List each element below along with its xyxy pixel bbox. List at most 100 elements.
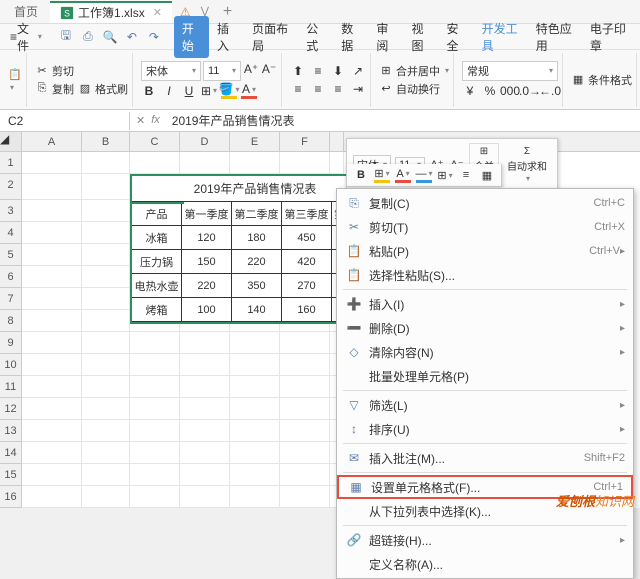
cell[interactable] [280, 152, 330, 174]
cell[interactable] [180, 420, 230, 442]
row-header[interactable]: 15 [0, 464, 21, 486]
table-cell[interactable]: 100 [182, 298, 232, 322]
cell[interactable] [230, 376, 280, 398]
menu-item-comment[interactable]: ✉插入批注(M)...Shift+F2 [337, 446, 633, 470]
cell[interactable] [82, 174, 130, 200]
table-cell[interactable]: 220 [182, 274, 232, 298]
cell[interactable] [230, 464, 280, 486]
cell[interactable] [22, 244, 82, 266]
row-header[interactable]: 3 [0, 200, 21, 222]
row-header[interactable]: 13 [0, 420, 21, 442]
row-header[interactable]: 9 [0, 332, 21, 354]
align-bottom-icon[interactable]: ⬇ [330, 63, 346, 79]
cell[interactable] [230, 152, 280, 174]
row-header[interactable]: 16 [0, 486, 21, 508]
table-cell[interactable]: 420 [282, 250, 332, 274]
cell[interactable] [22, 464, 82, 486]
font-size-select[interactable]: 11▾ [203, 61, 241, 81]
merge-center-button[interactable]: ⊞合并居中▾ [379, 63, 449, 79]
cell[interactable] [230, 398, 280, 420]
cell[interactable] [130, 376, 180, 398]
tab-view[interactable]: 视图 [403, 16, 438, 58]
cell[interactable] [22, 442, 82, 464]
menu-item-batch[interactable]: 批量处理单元格(P) [337, 364, 633, 388]
tab-data[interactable]: 数据 [333, 16, 368, 58]
cell[interactable] [180, 464, 230, 486]
cell[interactable] [230, 420, 280, 442]
table-header-cell[interactable]: 第一季度 [182, 202, 232, 226]
table-cell[interactable]: 150 [182, 250, 232, 274]
save-icon[interactable]: 🖫 [58, 29, 74, 45]
cell[interactable] [130, 332, 180, 354]
file-menu[interactable]: ≡ 文件▾ [4, 18, 48, 56]
cell[interactable] [130, 354, 180, 376]
cell[interactable] [180, 332, 230, 354]
menu-item-name[interactable]: 定义名称(A)... [337, 552, 633, 576]
cell[interactable] [82, 288, 130, 310]
cell[interactable] [230, 486, 280, 508]
table-cell[interactable]: 120 [182, 226, 232, 250]
row-header[interactable]: 10 [0, 354, 21, 376]
align-center-icon[interactable]: ≡ [310, 81, 326, 97]
cond-format-button[interactable]: ▦条件格式 [571, 72, 632, 88]
menu-item-sort[interactable]: ↕排序(U)▸ [337, 417, 633, 441]
mini-fill-icon[interactable]: ⊞▾ [374, 167, 390, 183]
cell[interactable] [22, 420, 82, 442]
cell[interactable] [180, 354, 230, 376]
row-header[interactable]: 11 [0, 376, 21, 398]
cell[interactable] [82, 244, 130, 266]
tab-review[interactable]: 审阅 [368, 16, 403, 58]
tab-stamp[interactable]: 电子印章 [582, 16, 636, 58]
formula-input[interactable]: 2019年产品销售情况表 [166, 110, 640, 131]
row-header[interactable]: 12 [0, 398, 21, 420]
cut-button[interactable]: ✂剪切 [35, 63, 128, 79]
cell[interactable] [82, 200, 130, 222]
table-cell[interactable]: 电热水壶 [132, 274, 182, 298]
cell[interactable] [22, 354, 82, 376]
cell[interactable] [180, 486, 230, 508]
cell[interactable] [130, 442, 180, 464]
menu-item-copy[interactable]: ⎘复制(C)Ctrl+C [337, 191, 633, 215]
mini-font-color-icon[interactable]: A▾ [395, 167, 411, 183]
cell[interactable] [22, 332, 82, 354]
table-cell[interactable]: 450 [282, 226, 332, 250]
cell[interactable] [230, 354, 280, 376]
table-cell[interactable]: 140 [232, 298, 282, 322]
align-top-icon[interactable]: ⬆ [290, 63, 306, 79]
cell[interactable] [280, 464, 330, 486]
font-select[interactable]: 宋体▾ [141, 61, 201, 81]
cell[interactable] [82, 354, 130, 376]
tab-dev[interactable]: 开发工具 [474, 16, 528, 58]
row-header[interactable]: 14 [0, 442, 21, 464]
table-cell[interactable]: 270 [282, 274, 332, 298]
cell[interactable] [130, 486, 180, 508]
table-cell[interactable]: 烤箱 [132, 298, 182, 322]
redo-icon[interactable]: ↷ [146, 29, 162, 45]
cell[interactable] [22, 486, 82, 508]
table-cell[interactable]: 350 [232, 274, 282, 298]
cell[interactable] [130, 398, 180, 420]
mini-border-icon[interactable]: ⊞▾ [437, 167, 453, 183]
cell[interactable] [22, 310, 82, 332]
tab-layout[interactable]: 页面布局 [244, 16, 298, 58]
menu-item-cut[interactable]: ✂剪切(T)Ctrl+X [337, 215, 633, 239]
currency-icon[interactable]: ¥ [462, 83, 478, 99]
menu-item-insert[interactable]: ➕插入(I)▸ [337, 292, 633, 316]
cell[interactable] [22, 152, 82, 174]
table-cell[interactable]: 180 [232, 226, 282, 250]
cell[interactable] [230, 442, 280, 464]
underline-button[interactable]: U [181, 83, 197, 99]
orientation-icon[interactable]: ↗ [350, 63, 366, 79]
col-header[interactable]: D [180, 132, 230, 151]
table-cell[interactable]: 220 [232, 250, 282, 274]
print-icon[interactable]: ⎙ [80, 29, 96, 45]
col-header[interactable] [330, 132, 344, 151]
tab-security[interactable]: 安全 [439, 16, 474, 58]
cell[interactable] [82, 222, 130, 244]
format-painter-button[interactable]: ▨格式刷 [78, 81, 128, 97]
table-cell[interactable]: 冰箱 [132, 226, 182, 250]
cell[interactable] [22, 174, 82, 200]
row-header[interactable]: 2 [0, 174, 21, 200]
cell[interactable] [82, 486, 130, 508]
tab-insert[interactable]: 插入 [209, 16, 244, 58]
